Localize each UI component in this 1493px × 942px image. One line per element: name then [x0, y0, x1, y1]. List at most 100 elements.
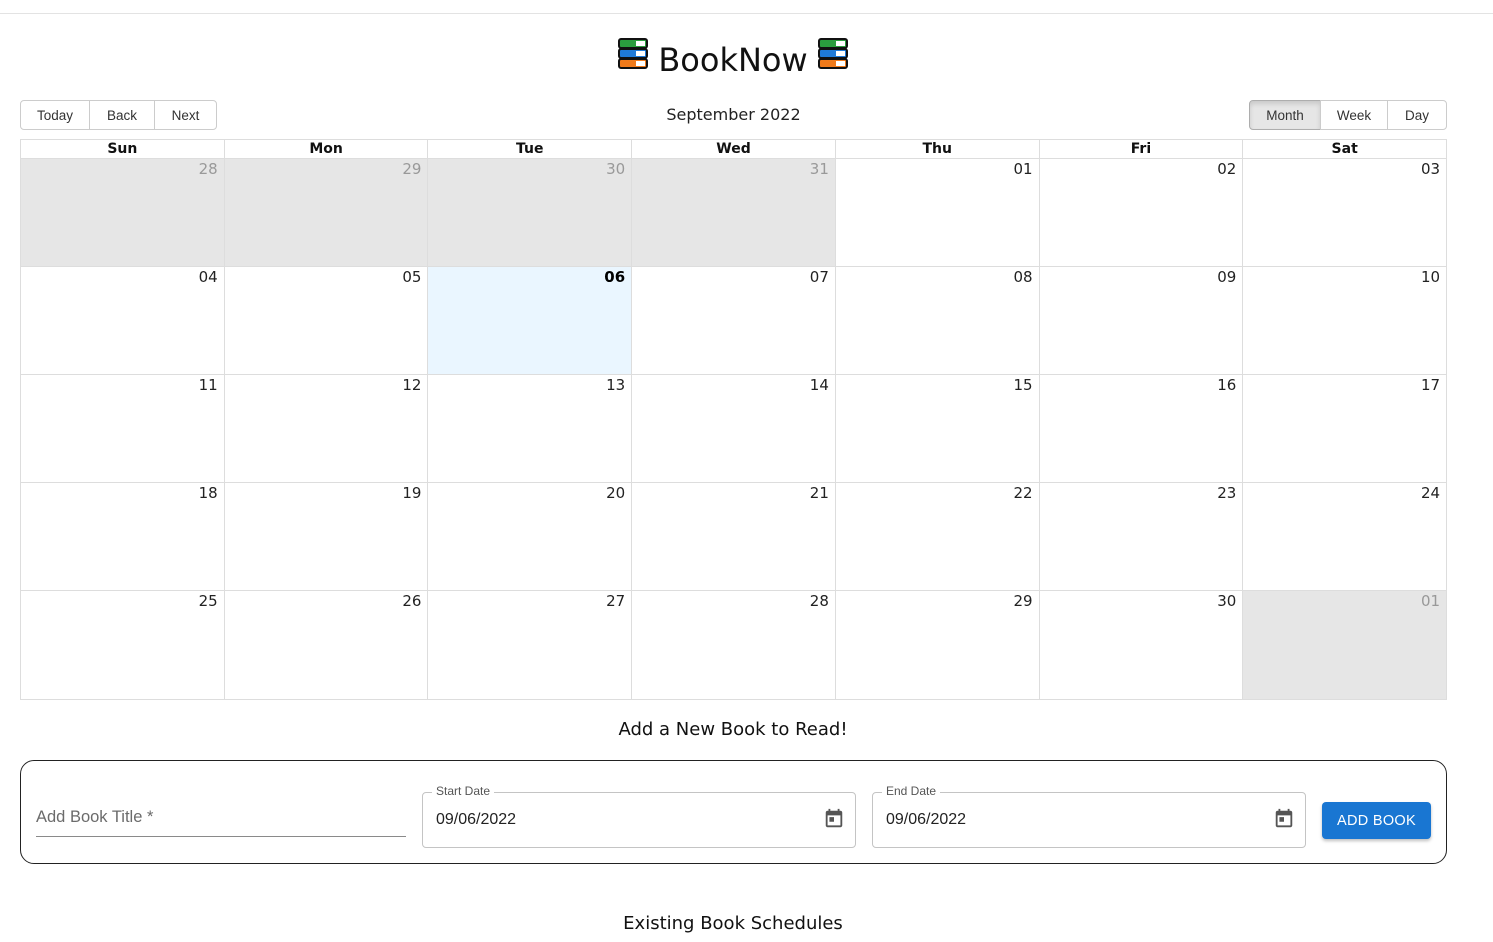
day-number[interactable]: 10	[1421, 268, 1440, 286]
day-number[interactable]: 13	[606, 376, 625, 394]
day-number[interactable]: 16	[1217, 376, 1236, 394]
current-month-label: September 2022	[666, 105, 801, 124]
day-number[interactable]: 17	[1421, 376, 1440, 394]
book-title-input[interactable]: Add Book Title *	[36, 802, 406, 837]
day-number[interactable]: 08	[1014, 268, 1033, 286]
day-cell[interactable]: 29	[834, 591, 1039, 699]
day-cell-off-range[interactable]: 31	[631, 159, 835, 266]
add-book-button[interactable]: ADD BOOK	[1322, 802, 1431, 839]
day-cell[interactable]: 10	[1242, 267, 1447, 374]
day-cell[interactable]: 16	[1038, 375, 1243, 482]
day-cell[interactable]: 11	[21, 375, 224, 482]
day-number[interactable]: 23	[1217, 484, 1236, 502]
day-number[interactable]: 28	[810, 592, 829, 610]
day-number[interactable]: 07	[810, 268, 829, 286]
day-cell[interactable]: 09	[1038, 267, 1243, 374]
books-stack-icon	[816, 37, 850, 82]
day-number[interactable]: 15	[1014, 376, 1033, 394]
day-number[interactable]: 31	[810, 160, 829, 178]
day-cell[interactable]: 12	[223, 375, 428, 482]
day-number[interactable]: 27	[606, 592, 625, 610]
weekday-header-row: Sun Mon Tue Wed Thu Fri Sat	[21, 140, 1446, 159]
day-cell-off-range[interactable]: 29	[223, 159, 428, 266]
day-cell[interactable]: 30	[1038, 591, 1243, 699]
day-number[interactable]: 30	[1217, 592, 1236, 610]
day-number[interactable]: 03	[1421, 160, 1440, 178]
start-date-field[interactable]: Start Date 09/06/2022	[422, 784, 856, 848]
month-view-button[interactable]: Month	[1249, 100, 1321, 130]
day-number[interactable]: 19	[402, 484, 421, 502]
day-number[interactable]: 01	[1421, 592, 1440, 610]
day-cell[interactable]: 08	[834, 267, 1039, 374]
day-number[interactable]: 01	[1014, 160, 1033, 178]
day-number[interactable]: 28	[199, 160, 218, 178]
day-number[interactable]: 04	[199, 268, 218, 286]
end-date-value[interactable]: 09/06/2022	[886, 811, 966, 829]
day-cell[interactable]: 03	[1242, 159, 1447, 266]
day-number[interactable]: 22	[1014, 484, 1033, 502]
start-date-label: Start Date	[432, 784, 495, 798]
day-number[interactable]: 26	[402, 592, 421, 610]
day-view-button[interactable]: Day	[1387, 100, 1447, 130]
day-cell[interactable]: 07	[631, 267, 835, 374]
day-number[interactable]: 02	[1217, 160, 1236, 178]
day-cell[interactable]: 15	[834, 375, 1039, 482]
weekday-header: Tue	[427, 140, 631, 158]
day-number[interactable]: 11	[199, 376, 218, 394]
day-cell[interactable]: 28	[631, 591, 835, 699]
day-cell[interactable]: 01	[834, 159, 1039, 266]
day-cell[interactable]: 22	[834, 483, 1039, 590]
day-number[interactable]: 29	[1014, 592, 1033, 610]
week-view-button[interactable]: Week	[1320, 100, 1388, 130]
day-number-today[interactable]: 06	[604, 268, 625, 286]
day-number[interactable]: 14	[810, 376, 829, 394]
day-cell-off-range[interactable]: 01	[1242, 591, 1447, 699]
weekday-header: Wed	[631, 140, 835, 158]
start-date-value[interactable]: 09/06/2022	[436, 811, 516, 829]
weekday-header: Fri	[1038, 140, 1243, 158]
day-cell[interactable]: 24	[1242, 483, 1447, 590]
day-number[interactable]: 25	[199, 592, 218, 610]
day-cell[interactable]: 25	[21, 591, 224, 699]
app-title: BookNow	[658, 41, 808, 79]
day-cell[interactable]: 13	[427, 375, 632, 482]
week-row: 11 12 13 14 15 16 17	[21, 375, 1447, 483]
day-cell[interactable]: 02	[1038, 159, 1243, 266]
day-cell[interactable]: 19	[223, 483, 428, 590]
calendar-icon[interactable]	[1273, 808, 1295, 834]
day-cell[interactable]: 23	[1038, 483, 1243, 590]
day-cell[interactable]: 20	[427, 483, 632, 590]
day-cell[interactable]: 17	[1242, 375, 1447, 482]
view-button-group: Month Week Day	[1249, 100, 1447, 130]
end-date-field[interactable]: End Date 09/06/2022	[872, 784, 1306, 848]
today-button[interactable]: Today	[20, 100, 90, 130]
day-number[interactable]: 18	[199, 484, 218, 502]
day-cell[interactable]: 14	[631, 375, 835, 482]
day-number[interactable]: 09	[1217, 268, 1236, 286]
back-button[interactable]: Back	[89, 100, 155, 130]
day-number[interactable]: 20	[606, 484, 625, 502]
day-cell[interactable]: 18	[21, 483, 224, 590]
app-header: BookNow	[0, 37, 1466, 85]
day-number[interactable]: 21	[810, 484, 829, 502]
day-cell[interactable]: 04	[21, 267, 224, 374]
navigation-button-group: Today Back Next	[20, 100, 217, 130]
day-cell[interactable]: 26	[223, 591, 428, 699]
next-button[interactable]: Next	[154, 100, 217, 130]
weekday-header: Thu	[834, 140, 1039, 158]
day-cell-off-range[interactable]: 30	[427, 159, 632, 266]
week-row: 18 19 20 21 22 23 24	[21, 483, 1447, 591]
calendar-icon[interactable]	[823, 808, 845, 834]
book-title-placeholder: Add Book Title *	[36, 808, 154, 826]
day-cell-today[interactable]: 06	[427, 267, 632, 374]
day-cell[interactable]: 21	[631, 483, 835, 590]
day-cell[interactable]: 27	[427, 591, 632, 699]
day-number[interactable]: 24	[1421, 484, 1440, 502]
day-number[interactable]: 30	[606, 160, 625, 178]
day-number[interactable]: 12	[402, 376, 421, 394]
day-number[interactable]: 05	[402, 268, 421, 286]
day-cell-off-range[interactable]: 28	[21, 159, 224, 266]
books-stack-icon	[616, 37, 650, 82]
day-cell[interactable]: 05	[223, 267, 428, 374]
day-number[interactable]: 29	[402, 160, 421, 178]
